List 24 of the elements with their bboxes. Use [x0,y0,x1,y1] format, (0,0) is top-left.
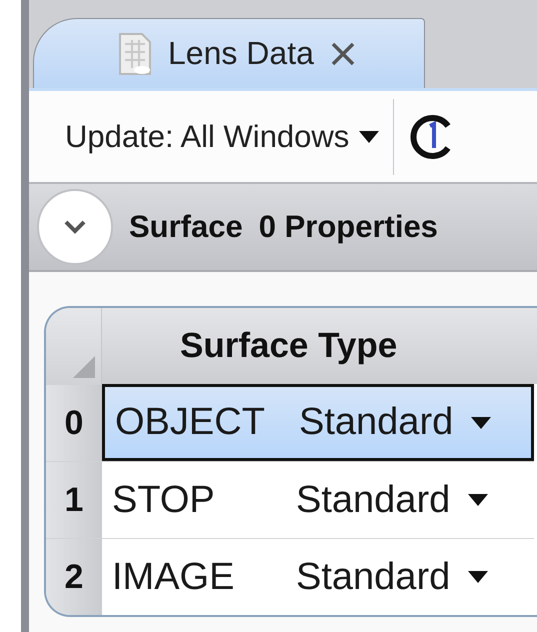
close-icon[interactable] [330,40,356,66]
spreadsheet-icon [118,32,152,76]
row-number: 1 [46,461,102,538]
surface-type: Standard [296,478,450,522]
row-number: 0 [46,384,102,461]
chevron-icon [64,220,86,234]
document-tab[interactable]: Lens Data [33,18,425,88]
column-header: Surface Type [102,308,537,384]
caret-icon [471,416,492,428]
row-number: 2 [46,538,102,615]
surface-name: OBJECT [115,401,266,444]
tab-title: Lens Data [168,35,314,72]
table-row[interactable]: OBJECT Standard [102,384,534,461]
caret-icon [359,130,380,142]
surface-type: Standard [296,556,450,598]
caret-icon [468,494,488,506]
update-dropdown[interactable]: Update: All Windows [65,118,380,154]
corner-triangle-icon [73,356,95,378]
properties-count: 0 Properties [258,209,438,245]
surface-name: STOP [112,478,216,522]
section-title: Surface [129,209,243,245]
caret-icon [468,571,488,583]
surface-name: IMAGE [112,556,236,598]
surface-type: Standard [299,401,454,444]
